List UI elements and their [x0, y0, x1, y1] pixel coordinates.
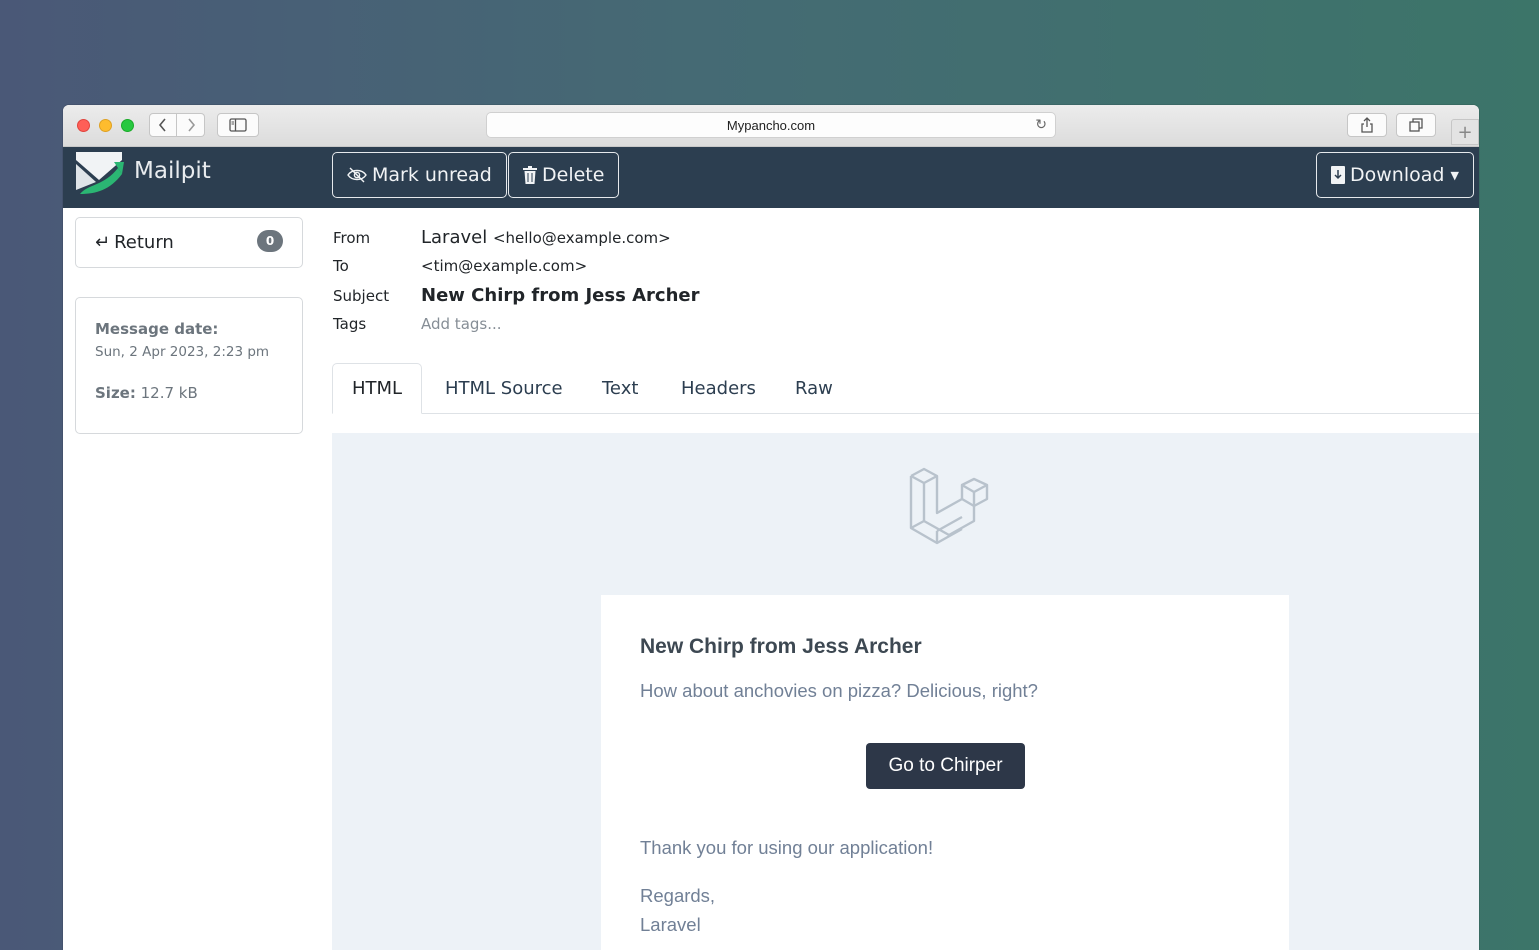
show-sidebar-button[interactable] — [217, 113, 259, 137]
to-label: To — [333, 257, 349, 275]
back-button[interactable] — [149, 113, 177, 137]
tags-label: Tags — [333, 315, 367, 333]
zoom-window-button[interactable] — [121, 119, 134, 132]
email-regards: Regards, — [640, 885, 716, 906]
unread-count-badge: 0 — [257, 230, 283, 252]
email-intro: How about anchovies on pizza? Delicious,… — [640, 680, 1038, 701]
url-text: Mypancho.com — [726, 117, 816, 133]
return-label: Return — [114, 232, 174, 253]
new-tab-button[interactable]: + — [1451, 119, 1479, 145]
chevron-right-icon — [187, 118, 195, 132]
tabs-icon — [1409, 118, 1423, 132]
delete-label: Delete — [542, 164, 605, 186]
sidebar-icon — [229, 118, 247, 132]
return-button[interactable]: ↵ Return 0 — [75, 217, 303, 268]
mark-unread-label: Mark unread — [372, 164, 492, 186]
mark-unread-button[interactable]: Mark unread — [332, 152, 507, 198]
eye-slash-icon — [347, 167, 367, 183]
from-address: <hello@example.com> — [492, 229, 671, 247]
caret-down-icon: ▼ — [1450, 168, 1459, 182]
forward-button[interactable] — [177, 113, 205, 137]
subject-label: Subject — [333, 287, 390, 305]
tags-input[interactable]: Add tags... — [421, 315, 502, 333]
brand-name: Mailpit — [134, 158, 211, 184]
size-value: 12.7 kB — [140, 384, 198, 402]
browser-window: Mypancho.com ↻ + Mailpit Mark unread Del… — [63, 105, 1479, 950]
plus-icon: + — [1457, 121, 1473, 143]
download-label: Download — [1350, 164, 1445, 186]
return-arrow-icon: ↵ — [95, 232, 111, 253]
app-navbar: Mailpit Mark unread Delete Download ▼ — [63, 147, 1479, 208]
from-value: Laravel <hello@example.com> — [421, 227, 671, 248]
laravel-logo-icon — [909, 467, 989, 545]
tab-html-source[interactable]: HTML Source — [445, 363, 563, 414]
message-headers: From Laravel <hello@example.com> To <tim… — [333, 227, 699, 345]
reload-icon[interactable]: ↻ — [1035, 116, 1047, 133]
history-nav — [149, 113, 205, 137]
address-bar[interactable]: Mypancho.com ↻ — [486, 112, 1056, 138]
message-date-value: Sun, 2 Apr 2023, 2:23 pm — [95, 344, 270, 360]
size-label: Size: — [95, 384, 136, 402]
message-size: Size: 12.7 kB — [95, 384, 283, 402]
window-controls — [77, 119, 134, 132]
message-date-label: Message date: — [95, 320, 219, 338]
from-name: Laravel — [421, 227, 488, 248]
trash-icon — [523, 166, 537, 184]
tab-text[interactable]: Text — [602, 363, 638, 414]
close-window-button[interactable] — [77, 119, 90, 132]
download-dropdown-button[interactable]: Download ▼ — [1316, 152, 1474, 198]
download-file-icon — [1331, 166, 1345, 184]
chevron-left-icon — [158, 118, 166, 132]
to-row: To <tim@example.com> — [333, 257, 699, 285]
go-to-chirper-button[interactable]: Go to Chirper — [866, 743, 1025, 789]
message-tabs: HTML HTML Source Text Headers Raw — [332, 363, 1479, 414]
from-row: From Laravel <hello@example.com> — [333, 227, 699, 257]
subject-value: New Chirp from Jess Archer — [421, 285, 700, 306]
delete-button[interactable]: Delete — [508, 152, 620, 198]
tab-headers[interactable]: Headers — [681, 363, 756, 414]
share-button[interactable] — [1347, 113, 1387, 137]
email-signature: Laravel — [640, 914, 701, 935]
subject-row: Subject New Chirp from Jess Archer — [333, 285, 699, 315]
email-card: New Chirp from Jess Archer How about anc… — [601, 595, 1289, 950]
brand[interactable]: Mailpit — [74, 150, 211, 196]
show-tabs-button[interactable] — [1396, 113, 1436, 137]
tab-html[interactable]: HTML — [332, 363, 423, 414]
from-label: From — [333, 229, 371, 247]
tags-row: Tags Add tags... — [333, 315, 699, 345]
to-address: <tim@example.com> — [421, 257, 588, 275]
email-thanks: Thank you for using our application! — [640, 837, 934, 858]
message-info-panel: Message date: Sun, 2 Apr 2023, 2:23 pm S… — [75, 297, 303, 434]
browser-toolbar: Mypancho.com ↻ + — [63, 105, 1479, 147]
email-heading: New Chirp from Jess Archer — [640, 635, 922, 658]
share-icon — [1361, 117, 1373, 133]
minimize-window-button[interactable] — [99, 119, 112, 132]
tab-raw[interactable]: Raw — [795, 363, 833, 414]
mailpit-logo-icon — [76, 152, 124, 194]
html-preview: New Chirp from Jess Archer How about anc… — [332, 433, 1479, 950]
